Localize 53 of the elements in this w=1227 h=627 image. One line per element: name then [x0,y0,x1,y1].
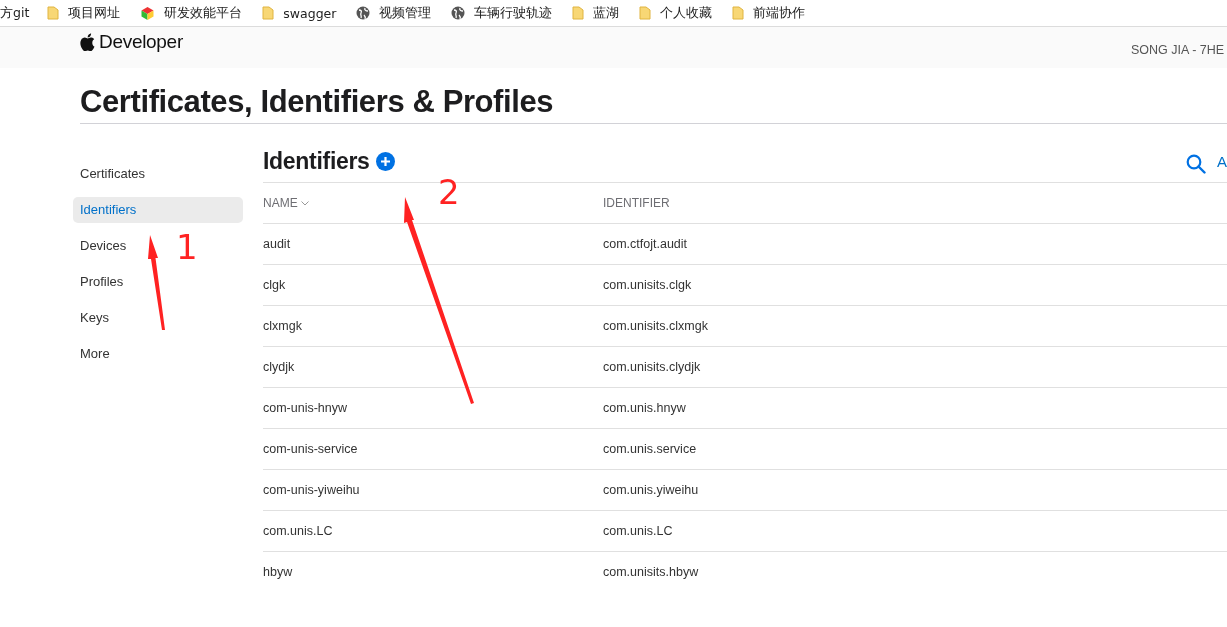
folder-icon [47,6,60,20]
table-cell-text: com.ctfojt.audit [603,237,689,251]
bookmark-link[interactable]: 视频管理 [356,4,432,22]
section-title: Identifiers [263,147,370,175]
table-cell-text: clgk [263,278,287,292]
table-cell-text: com-unis-hnyw [263,401,349,415]
table-cell-text: com.unisits.clxmgk [603,319,709,333]
apple-logo-icon [80,33,95,51]
table-cell-text: com-unis-yiweihu [263,483,361,497]
chevron-down-icon [300,200,309,206]
folder-icon [572,6,585,20]
table-cell-text: audit [263,237,292,251]
table-cell-text: com.unis.hnyw [603,401,687,415]
table-cell-text: com.unisits.hbyw [603,565,700,579]
bookmark-link[interactable]: 项目网址 [47,4,121,22]
sidebar-item[interactable]: Identifiers [73,197,243,223]
bookmark-link[interactable]: 研发效能平台 [140,4,243,22]
developer-logo-link[interactable]: Developer [80,31,183,53]
bookmark-link[interactable]: 前端协作 [732,4,806,22]
annotation-number: 2 [438,175,460,209]
add-icon[interactable] [375,151,395,171]
folder-icon [732,6,745,20]
sidebar-item[interactable]: Certificates [73,161,153,187]
sidebar-item[interactable]: Profiles [73,269,131,295]
sidebar-item[interactable]: More [73,341,117,367]
sidebar-item[interactable]: Keys [73,305,116,331]
table-cell-text: com.unis.service [603,442,698,456]
annotation-number: 1 [176,230,198,264]
table-cell-text: clydjk [263,360,296,374]
table-cell-text: com-unis-service [263,442,359,456]
table-cell-text: hbyw [263,565,294,579]
table-cell-text: clxmgk [263,319,303,333]
bookmark-link[interactable]: swagger [262,5,337,21]
bookmark-link[interactable]: 方git [0,4,30,22]
table-cell-text: com.unisits.clgk [603,278,693,292]
page-title: Certificates, Identifiers & Profiles [80,84,555,120]
action-link[interactable]: A [1217,152,1227,170]
column-header: IDENTIFIER [603,196,671,210]
globe-icon [451,6,466,20]
sidebar-item[interactable]: Devices [73,233,134,259]
globe-icon [356,6,371,20]
folder-icon [262,6,275,20]
bookmark-link[interactable]: 车辆行驶轨迹 [451,4,553,22]
table-cell-text: com.unis.LC [263,524,334,538]
bookmark-link[interactable]: 蓝湖 [572,4,620,22]
folder-icon [639,6,652,20]
cube-icon [140,5,156,21]
account-name[interactable]: SONG JIA - 7HE [1131,43,1227,57]
table-cell-text: com.unis.yiweihu [603,483,700,497]
search-icon[interactable] [1186,153,1206,174]
table-cell-text: com.unisits.clydjk [603,360,702,374]
table-cell-text: com.unis.LC [603,524,674,538]
bookmark-link[interactable]: 个人收藏 [639,4,713,22]
